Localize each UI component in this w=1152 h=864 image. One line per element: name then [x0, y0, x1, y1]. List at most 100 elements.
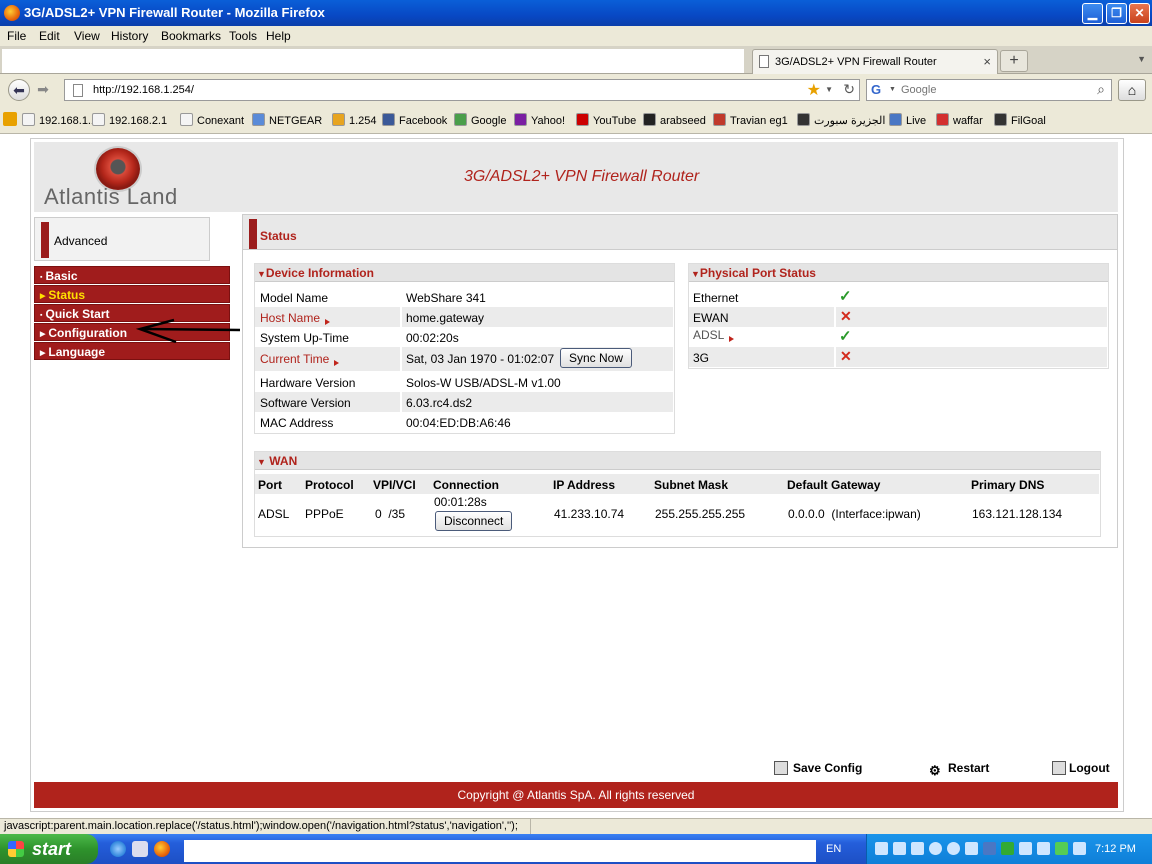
logout-icon — [1052, 761, 1066, 775]
search-engine-dropdown-icon[interactable]: ▼ — [889, 86, 896, 93]
search-input[interactable] — [901, 82, 1081, 98]
tray-app-icon[interactable] — [893, 842, 906, 855]
sidebar-label-language: Language — [48, 345, 106, 359]
restart-button[interactable]: ⚙ Restart — [929, 761, 990, 778]
save-config-button[interactable]: Save Config — [774, 761, 862, 775]
tab-close-icon[interactable]: × — [983, 54, 991, 69]
software-version-value: 6.03.rc4.ds2 — [406, 396, 473, 410]
menu-view[interactable]: View — [74, 29, 100, 43]
sidebar-item-basic[interactable]: ▪ Basic — [34, 266, 230, 284]
browser-status-bar: javascript:parent.main.location.replace(… — [0, 818, 1152, 835]
bookmark-item[interactable]: FilGoal — [994, 113, 1046, 127]
device-row-mac: MAC Address 00:04:ED:DB:A6:46 — [255, 412, 673, 432]
sync-now-button[interactable]: Sync Now — [560, 348, 633, 368]
desktop-icon[interactable] — [132, 841, 148, 857]
tray-app-icon[interactable] — [1019, 842, 1032, 855]
new-tab-button[interactable]: + — [1000, 50, 1028, 72]
bookmark-item[interactable]: 1.254 — [332, 113, 377, 127]
bookmark-favicon-icon — [713, 113, 726, 126]
bookmarks-menu-icon[interactable] — [3, 112, 17, 126]
tray-network-icon[interactable] — [965, 842, 978, 855]
forward-button[interactable]: ➡ — [34, 79, 52, 101]
menu-help[interactable]: Help — [266, 29, 291, 43]
back-button[interactable]: ⬅ — [8, 79, 30, 101]
tab-list-icon[interactable]: ▼ — [1137, 54, 1146, 64]
bookmark-item[interactable]: 192.168.2.1 — [92, 113, 167, 127]
menu-bookmarks[interactable]: Bookmarks — [161, 29, 221, 43]
tray-app-icon[interactable] — [911, 842, 924, 855]
sidebar-label-quick-start: Quick Start — [45, 307, 110, 321]
url-bar[interactable]: ★ ▼ ↻ — [64, 79, 860, 101]
bookmark-item[interactable]: الجزيرة سبورت — [797, 113, 885, 127]
tray-app-icon[interactable] — [1073, 842, 1086, 855]
home-button[interactable]: ⌂ — [1118, 79, 1146, 101]
port-adsl-link[interactable]: ADSL — [693, 328, 735, 342]
wan-title[interactable]: ▼ WAN — [255, 452, 1100, 470]
search-icon[interactable]: ⌕ — [1097, 81, 1105, 98]
menu-history[interactable]: History — [111, 29, 148, 43]
menu-edit[interactable]: Edit — [39, 29, 60, 43]
firefox-icon[interactable] — [154, 841, 170, 857]
bookmark-item[interactable]: Google — [454, 113, 506, 127]
url-input[interactable] — [93, 82, 793, 98]
bookmark-item[interactable]: Travian eg1 — [713, 113, 788, 127]
disconnect-button[interactable]: Disconnect — [435, 511, 513, 531]
current-time-link[interactable]: Current Time — [260, 352, 340, 366]
sidebar-item-status[interactable]: ▶ Status — [34, 285, 230, 303]
tray-app-icon[interactable] — [1001, 842, 1014, 855]
bookmark-favicon-icon — [454, 113, 467, 126]
bookmark-item[interactable]: NETGEAR — [252, 113, 322, 127]
language-indicator[interactable]: EN — [826, 843, 841, 855]
port-status-title[interactable]: ▼Physical Port Status — [689, 264, 1108, 282]
bookmark-item[interactable]: Yahoo! — [514, 113, 565, 127]
navigation-bar: ⬅ ➡ ★ ▼ ↻ G ▼ ⌕ ⌂ — [0, 74, 1152, 106]
wan-vpivci-value: 0 /35 — [375, 507, 406, 521]
tray-app-icon[interactable] — [947, 842, 960, 855]
close-button[interactable]: ✕ — [1129, 3, 1150, 24]
ie-icon[interactable] — [110, 841, 126, 857]
bookmark-label: NETGEAR — [269, 115, 323, 127]
status-bar-accent — [249, 219, 257, 249]
tray-network-icon[interactable] — [875, 842, 888, 855]
device-row-uptime: System Up-Time 00:02:20s — [255, 327, 673, 347]
device-row-hardware: Hardware Version Solos-W USB/ADSL-M v1.0… — [255, 372, 673, 392]
menu-file[interactable]: File — [7, 29, 26, 43]
tray-app-icon[interactable] — [929, 842, 942, 855]
start-button[interactable]: start — [0, 834, 98, 864]
row-separator — [834, 307, 836, 327]
volume-icon[interactable] — [1037, 842, 1050, 855]
wan-header-mask: Subnet Mask — [654, 478, 729, 492]
maximize-button[interactable]: ❐ — [1106, 3, 1127, 24]
bookmark-item[interactable]: waffar — [936, 113, 983, 127]
restart-label: Restart — [948, 761, 990, 775]
google-icon[interactable]: G — [871, 82, 887, 98]
url-dropdown-icon[interactable]: ▼ — [825, 85, 833, 94]
bookmark-favicon-icon — [22, 113, 35, 126]
mac-address-label: MAC Address — [260, 416, 334, 430]
check-icon: ✓ — [839, 328, 852, 345]
bookmark-item[interactable]: Live — [889, 113, 926, 127]
device-info-title[interactable]: ▼Device Information — [255, 264, 674, 282]
logout-button[interactable]: Logout — [1052, 761, 1110, 775]
tray-app-icon[interactable] — [983, 842, 996, 855]
menu-tools[interactable]: Tools — [229, 29, 257, 43]
wan-protocol-value: PPPoE — [305, 507, 344, 521]
bookmark-item[interactable]: Facebook — [382, 113, 447, 127]
tray-app-icon[interactable] — [1055, 842, 1068, 855]
advanced-panel[interactable]: Advanced — [34, 217, 210, 261]
bookmark-item[interactable]: Conexant — [180, 113, 244, 127]
bookmark-favicon-icon — [994, 113, 1007, 126]
search-bar[interactable]: G ▼ ⌕ — [866, 79, 1112, 101]
wan-header-connection: Connection — [433, 478, 499, 492]
bookmark-star-icon[interactable]: ★ — [807, 80, 821, 100]
bookmark-favicon-icon — [382, 113, 395, 126]
current-time-label: Current Time — [260, 352, 330, 366]
reload-icon[interactable]: ↻ — [843, 81, 855, 98]
start-label: start — [32, 839, 72, 859]
tab-router[interactable]: 3G/ADSL2+ VPN Firewall Router × — [752, 49, 998, 74]
bookmark-item[interactable]: 192.168.1.1 — [22, 113, 97, 127]
minimize-button[interactable]: ▁ — [1082, 3, 1103, 24]
bookmark-item[interactable]: YouTube — [576, 113, 636, 127]
bookmark-item[interactable]: arabseed — [643, 113, 706, 127]
host-name-link[interactable]: Host Name — [260, 311, 331, 325]
